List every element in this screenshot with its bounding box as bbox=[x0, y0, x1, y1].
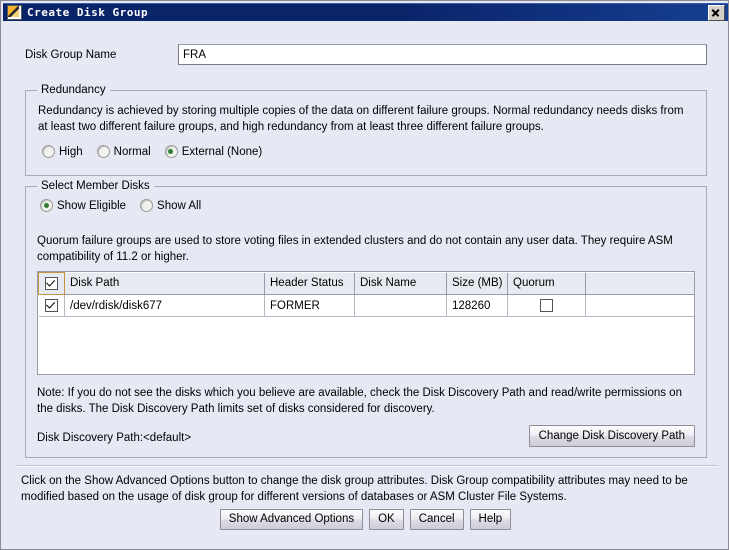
radio-dot-icon bbox=[164, 145, 178, 158]
footer-button-bar: Show Advanced Options OK Cancel Help bbox=[3, 509, 728, 530]
radio-dot-icon bbox=[96, 145, 110, 158]
cell-quorum[interactable] bbox=[507, 294, 586, 317]
radio-label: Show Eligible bbox=[57, 199, 127, 212]
cell-filler bbox=[585, 294, 694, 317]
disks-table: Disk Path Header Status Disk Name Size (… bbox=[38, 272, 694, 317]
radio-redundancy-normal[interactable]: Normal bbox=[96, 145, 151, 158]
quorum-description: Quorum failure groups are used to store … bbox=[37, 235, 673, 263]
footer-description: Click on the Show Advanced Options butto… bbox=[21, 475, 688, 503]
select-member-disks-group-title: Select Member Disks bbox=[37, 180, 154, 192]
quorum-checkbox[interactable] bbox=[540, 299, 553, 312]
disk-group-name-input[interactable] bbox=[178, 44, 707, 65]
select-all-header-cell[interactable] bbox=[38, 272, 65, 295]
radio-redundancy-external[interactable]: External (None) bbox=[164, 145, 263, 158]
table-header-row: Disk Path Header Status Disk Name Size (… bbox=[38, 272, 694, 295]
show-advanced-options-button[interactable]: Show Advanced Options bbox=[219, 509, 364, 530]
create-disk-group-dialog: Create Disk Group Disk Group Name Redund… bbox=[0, 0, 729, 550]
disk-group-name-label: Disk Group Name bbox=[25, 49, 117, 61]
column-header-size-mb[interactable]: Size (MB) bbox=[446, 272, 508, 295]
radio-label: External (None) bbox=[181, 145, 263, 158]
radio-dot-icon bbox=[140, 199, 154, 212]
disks-table-container: Disk Path Header Status Disk Name Size (… bbox=[37, 271, 695, 375]
cell-size-mb: 128260 bbox=[446, 294, 508, 317]
row-select-cell[interactable] bbox=[38, 294, 65, 317]
help-button[interactable]: Help bbox=[469, 509, 512, 530]
cell-disk-path: /dev/rdisk/disk677 bbox=[64, 294, 265, 317]
cancel-button[interactable]: Cancel bbox=[409, 509, 464, 530]
footer-separator bbox=[15, 465, 718, 467]
select-all-checkbox[interactable] bbox=[45, 277, 58, 290]
redundancy-radio-group: High Normal External (None) bbox=[42, 145, 262, 158]
close-icon[interactable] bbox=[708, 4, 725, 21]
radio-dot-icon bbox=[40, 199, 53, 212]
radio-show-all[interactable]: Show All bbox=[140, 199, 201, 212]
row-select-checkbox[interactable] bbox=[44, 299, 58, 312]
radio-label: High bbox=[59, 145, 83, 158]
column-header-disk-name[interactable]: Disk Name bbox=[354, 272, 447, 295]
disk-group-name-row: Disk Group Name bbox=[3, 44, 728, 66]
window-title: Create Disk Group bbox=[27, 6, 149, 19]
disk-discovery-path-label: Disk Discovery Path:<default> bbox=[37, 432, 192, 444]
column-header-header-status[interactable]: Header Status bbox=[264, 272, 355, 295]
radio-label: Show All bbox=[157, 199, 202, 212]
select-member-disks-group: Select Member Disks Show Eligible Show A… bbox=[25, 180, 707, 458]
radio-label: Normal bbox=[113, 145, 151, 158]
table-row[interactable]: /dev/rdisk/disk677 FORMER 128260 bbox=[38, 294, 694, 317]
title-bar: Create Disk Group bbox=[3, 3, 728, 21]
column-header-quorum[interactable]: Quorum bbox=[507, 272, 586, 295]
dialog-content: Disk Group Name Redundancy Redundancy is… bbox=[3, 22, 728, 549]
redundancy-description: Redundancy is achieved by storing multip… bbox=[38, 105, 684, 133]
change-disk-discovery-path-button[interactable]: Change Disk Discovery Path bbox=[528, 425, 695, 447]
radio-show-eligible[interactable]: Show Eligible bbox=[40, 199, 126, 212]
disk-discovery-note: Note: If you do not see the disks which … bbox=[37, 387, 682, 415]
ok-button[interactable]: OK bbox=[369, 509, 404, 530]
redundancy-group: Redundancy Redundancy is achieved by sto… bbox=[25, 84, 707, 176]
column-header-filler bbox=[585, 272, 694, 295]
cell-disk-name bbox=[354, 294, 447, 317]
app-icon bbox=[7, 5, 22, 20]
redundancy-group-title: Redundancy bbox=[37, 84, 110, 96]
radio-dot-icon bbox=[42, 145, 55, 158]
disk-filter-radio-group: Show Eligible Show All bbox=[40, 199, 201, 212]
radio-redundancy-high[interactable]: High bbox=[42, 145, 83, 158]
column-header-disk-path[interactable]: Disk Path bbox=[64, 272, 265, 295]
cell-header-status: FORMER bbox=[264, 294, 355, 317]
